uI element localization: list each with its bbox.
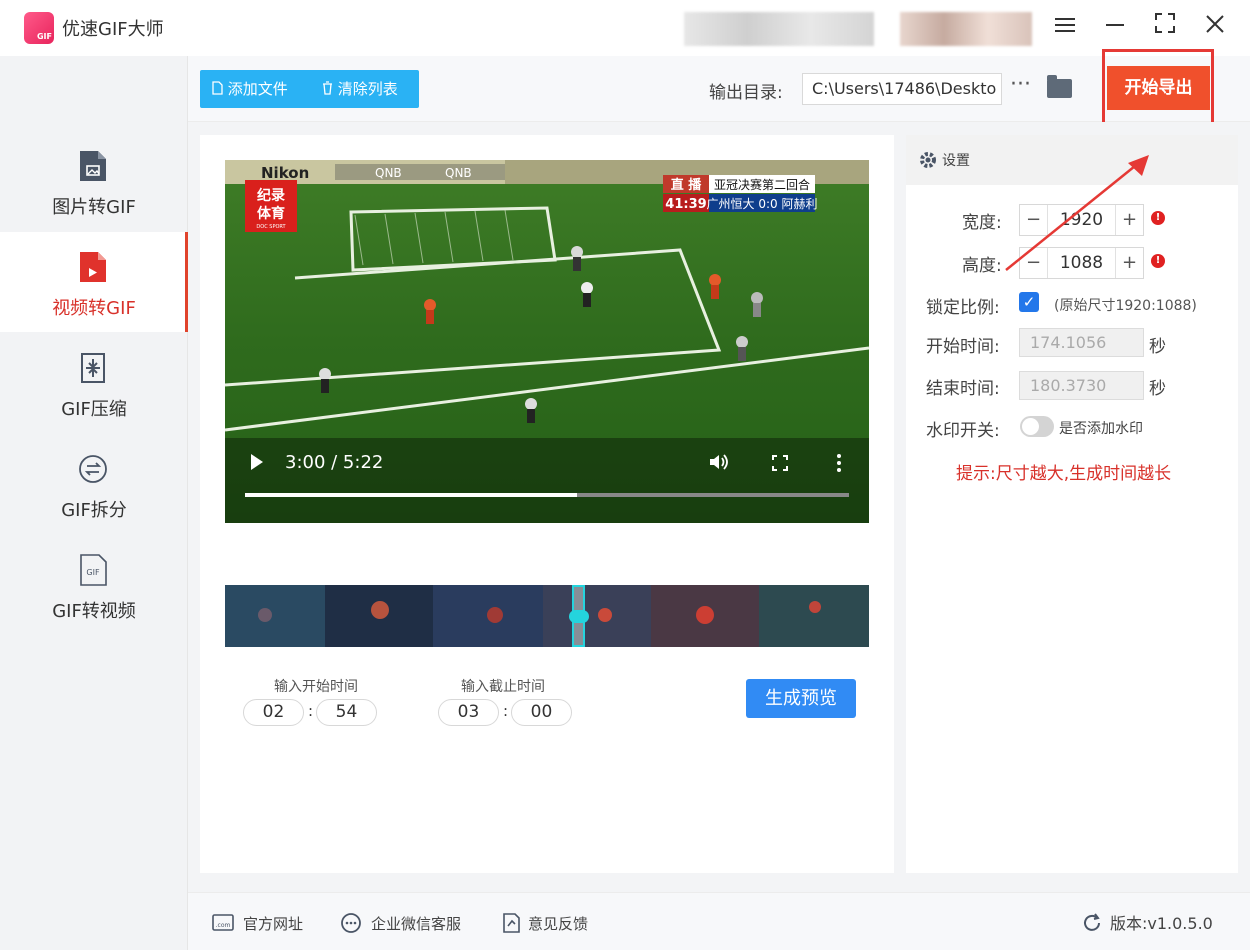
start-time-field: 174.1056	[1019, 328, 1144, 357]
generate-preview-button[interactable]: 生成预览	[746, 679, 856, 718]
live-tag: 直 播	[671, 177, 703, 193]
annotation-arrow	[1005, 155, 1149, 271]
add-file-button[interactable]: 添加文件	[212, 70, 288, 108]
colon-separator: :	[503, 702, 509, 720]
clear-list-button[interactable]: 清除列表	[322, 70, 398, 108]
sidebar-item-gif-split[interactable]: GIF拆分	[0, 434, 188, 534]
match-clock: 41:39	[665, 197, 706, 212]
tip-text: 提示:尺寸越大,生成时间越长	[956, 464, 1172, 484]
start-time-label: 开始时间:	[926, 337, 1000, 357]
start-second-input[interactable]: 54	[316, 699, 377, 726]
end-time-label: 输入截止时间	[461, 679, 545, 695]
maximize-icon[interactable]	[1150, 12, 1180, 42]
blurred-avatar	[900, 12, 1032, 46]
clear-list-label: 清除列表	[337, 80, 398, 98]
video-panel: Nikon QNB QNB 纪录 体育 DOC SPORT 直 播 亚冠决赛第二…	[200, 135, 894, 873]
output-dir-label: 输出目录:	[709, 83, 783, 103]
fullscreen-icon[interactable]	[772, 455, 788, 475]
sidebar-item-gif-compress[interactable]: GIF压缩	[0, 333, 188, 433]
seconds-unit: 秒	[1149, 337, 1166, 357]
file-button-group: 添加文件 清除列表	[200, 70, 419, 108]
trash-icon	[323, 81, 332, 95]
close-icon[interactable]	[1200, 12, 1230, 42]
gif-file-icon: GIF	[80, 554, 107, 586]
progress-fill	[245, 493, 578, 497]
seconds-unit: 秒	[1149, 379, 1166, 399]
play-icon[interactable]	[249, 453, 265, 471]
trim-slider-knob[interactable]	[569, 610, 589, 623]
start-minute-input[interactable]: 02	[243, 699, 304, 726]
image-file-icon	[80, 151, 106, 181]
sidebar: 图片转GIF 视频转GIF GIF压缩 GIF拆分 GIF GIF转视频	[0, 56, 188, 950]
file-icon	[212, 81, 223, 95]
output-path-field[interactable]: C:\Users\17486\Deskto	[802, 73, 1002, 105]
end-time-field: 180.3730	[1019, 371, 1144, 400]
website-label: 官方网址	[243, 915, 304, 933]
minimize-icon[interactable]	[1100, 12, 1130, 42]
website-icon: .com	[212, 914, 234, 931]
original-size-note: (原始尺寸1920:1088)	[1054, 298, 1197, 314]
more-vertical-icon[interactable]	[836, 454, 842, 476]
title-bar: 优速GIF大师	[0, 0, 1250, 56]
menu-icon[interactable]	[1050, 12, 1080, 42]
banner-brand: Nikon	[261, 164, 309, 182]
logo-line1: 纪录	[257, 187, 285, 204]
blurred-account-info	[684, 12, 874, 46]
footer: .com 官方网址 企业微信客服 意见反馈 版本:v1.0.5.0	[188, 892, 1250, 950]
banner-sponsor: QNB	[375, 166, 402, 180]
gear-icon	[920, 152, 936, 168]
settings-title: 设置	[942, 153, 970, 169]
video-file-icon	[80, 252, 106, 282]
feedback-label: 意见反馈	[528, 915, 589, 933]
sidebar-item-label: GIF压缩	[61, 399, 127, 420]
lock-ratio-label: 锁定比例:	[926, 298, 1000, 318]
feedback-icon	[503, 913, 520, 933]
match-score: 广州恒大 0:0 阿赫利	[707, 197, 818, 211]
sidebar-item-image-to-gif[interactable]: 图片转GIF	[0, 131, 188, 231]
width-label: 宽度:	[962, 213, 1002, 233]
sidebar-item-gif-to-video[interactable]: GIF GIF转视频	[0, 535, 188, 635]
watermark-label: 水印开关:	[926, 421, 1000, 441]
sidebar-item-label: 图片转GIF	[52, 197, 136, 218]
top-toolbar: 添加文件 清除列表 输出目录: C:\Users\17486\Deskto ··…	[188, 56, 1250, 122]
chat-icon	[341, 913, 361, 933]
colon-separator: :	[308, 702, 314, 720]
height-label: 高度:	[962, 256, 1002, 276]
watermark-toggle[interactable]	[1020, 416, 1054, 437]
sidebar-item-video-to-gif[interactable]: 视频转GIF	[0, 232, 188, 332]
banner-sponsor: QNB	[445, 166, 472, 180]
sidebar-item-label: GIF拆分	[61, 500, 127, 521]
start-time-label: 输入开始时间	[274, 679, 358, 695]
time-display: 3:00 / 5:22	[285, 452, 384, 473]
folder-icon[interactable]	[1047, 75, 1072, 98]
logo-line2: 体育	[257, 205, 285, 222]
video-player[interactable]: Nikon QNB QNB 纪录 体育 DOC SPORT 直 播 亚冠决赛第二…	[225, 160, 869, 523]
filmstrip[interactable]	[225, 585, 869, 647]
volume-icon[interactable]	[709, 453, 729, 475]
svg-text:.com: .com	[216, 922, 231, 929]
sidebar-item-label: GIF转视频	[52, 601, 136, 622]
end-minute-input[interactable]: 03	[438, 699, 499, 726]
sidebar-item-label: 视频转GIF	[52, 298, 136, 319]
end-second-input[interactable]: 00	[511, 699, 572, 726]
event-title: 亚冠决赛第二回合	[714, 177, 810, 192]
lock-ratio-checkbox[interactable]: ✓	[1019, 292, 1039, 312]
wechat-label: 企业微信客服	[371, 915, 462, 933]
compress-icon	[81, 353, 105, 383]
app-logo-icon	[24, 12, 54, 44]
version-label: 版本:v1.0.5.0	[1110, 914, 1213, 933]
filmstrip-thumbnails	[225, 585, 869, 647]
app-title: 优速GIF大师	[62, 19, 164, 40]
add-file-label: 添加文件	[227, 80, 288, 98]
watermark-hint: 是否添加水印	[1059, 421, 1143, 437]
refresh-icon	[1084, 913, 1100, 931]
split-icon	[79, 455, 107, 483]
logo-sub: DOC SPORT	[256, 224, 286, 230]
more-options-button[interactable]: ···	[1010, 72, 1031, 97]
gif-badge: GIF	[86, 568, 100, 577]
end-time-label: 结束时间:	[926, 379, 1000, 399]
progress-track[interactable]	[245, 493, 849, 497]
